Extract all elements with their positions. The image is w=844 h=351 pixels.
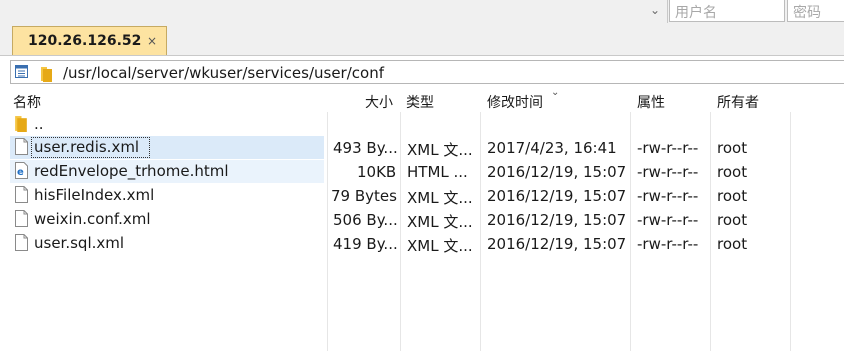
- column-divider[interactable]: [630, 88, 631, 351]
- path-input[interactable]: /usr/local/server/wkuser/services/user/c…: [10, 60, 844, 84]
- file-type: XML 文...: [407, 141, 473, 159]
- toolbar-divider: [667, 0, 668, 23]
- folder-icon: [15, 116, 27, 132]
- tab-strip: 120.26.126.52 ×: [0, 23, 844, 56]
- directory-tree-icon[interactable]: [15, 65, 28, 78]
- column-divider[interactable]: [790, 88, 791, 351]
- table-row[interactable]: user.sql.xml: [10, 232, 324, 255]
- file-icon: [15, 234, 28, 251]
- file-name: user.redis.xml: [34, 138, 140, 156]
- file-icon: [15, 210, 28, 227]
- file-owner: root: [717, 163, 748, 181]
- tab-server[interactable]: 120.26.126.52 ×: [12, 26, 167, 55]
- path-bar: /usr/local/server/wkuser/services/user/c…: [0, 56, 844, 89]
- file-type: XML 文...: [407, 237, 473, 255]
- username-placeholder: 用户名: [675, 5, 717, 21]
- svg-text:e: e: [17, 167, 24, 178]
- file-name: user.sql.xml: [34, 234, 125, 252]
- file-permissions: -rw-r--r--: [637, 235, 699, 253]
- column-divider[interactable]: [710, 88, 711, 351]
- table-row[interactable]: weixin.conf.xml: [10, 208, 324, 231]
- column-header-row: 名称 大小 类型 修改时间 ⌄ 属性 所有者: [0, 87, 844, 112]
- file-modified: 2016/12/19, 15:07: [487, 187, 627, 205]
- edge-html-icon: e: [15, 162, 28, 179]
- column-divider[interactable]: [327, 88, 328, 351]
- file-permissions: -rw-r--r--: [637, 187, 699, 205]
- file-name: redEnvelope_trhome.html: [34, 162, 229, 180]
- file-modified: 2016/12/19, 15:07: [487, 235, 627, 253]
- file-size: 10KB: [357, 163, 397, 181]
- column-header-perm[interactable]: 属性: [637, 92, 665, 112]
- close-icon[interactable]: ×: [147, 34, 157, 48]
- tab-label: 120.26.126.52: [28, 33, 142, 49]
- column-header-name[interactable]: 名称: [13, 92, 41, 112]
- file-type: XML 文...: [407, 213, 473, 231]
- column-header-owner[interactable]: 所有者: [717, 92, 759, 112]
- file-icon: [15, 186, 28, 203]
- file-permissions: -rw-r--r--: [637, 139, 699, 157]
- table-row[interactable]: hisFileIndex.xml: [10, 184, 324, 207]
- file-name: weixin.conf.xml: [34, 210, 151, 228]
- file-size: 79 Bytes: [331, 187, 397, 205]
- file-modified: 2016/12/19, 15:07: [487, 211, 627, 229]
- column-divider[interactable]: [480, 88, 481, 351]
- folder-icon: [41, 67, 52, 82]
- path-text: /usr/local/server/wkuser/services/user/c…: [63, 64, 384, 82]
- file-modified: 2017/4/23, 16:41: [487, 139, 617, 157]
- file-modified: 2016/12/19, 15:07: [487, 163, 627, 181]
- file-owner: root: [717, 139, 748, 157]
- chevron-down-icon[interactable]: ⌄: [648, 2, 662, 18]
- file-icon: [15, 138, 28, 155]
- file-permissions: -rw-r--r--: [637, 211, 699, 229]
- file-owner: root: [717, 235, 748, 253]
- file-size: 419 By...: [333, 235, 398, 253]
- file-type: HTML ...: [407, 163, 468, 181]
- column-header-modified[interactable]: 修改时间: [487, 92, 543, 112]
- file-permissions: -rw-r--r--: [637, 163, 699, 181]
- column-divider[interactable]: [400, 88, 401, 351]
- file-owner: root: [717, 187, 748, 205]
- table-row[interactable]: user.redis.xml: [10, 136, 324, 159]
- file-name: hisFileIndex.xml: [34, 186, 155, 204]
- sort-chevron-icon: ⌄: [551, 87, 560, 98]
- top-toolbar: ⌄ 用户名 密码: [0, 0, 844, 23]
- file-size: 506 By...: [333, 211, 398, 229]
- file-type: XML 文...: [407, 189, 473, 207]
- column-header-type[interactable]: 类型: [406, 92, 434, 112]
- file-name: ..: [34, 115, 44, 133]
- username-field[interactable]: 用户名: [669, 0, 785, 22]
- file-size: 493 By...: [333, 139, 398, 157]
- password-placeholder: 密码: [793, 5, 821, 21]
- table-row[interactable]: e redEnvelope_trhome.html: [10, 160, 324, 183]
- column-header-size[interactable]: 大小: [365, 92, 393, 112]
- list-item-parent[interactable]: ..: [10, 113, 324, 136]
- password-field[interactable]: 密码: [787, 0, 844, 22]
- file-owner: root: [717, 211, 748, 229]
